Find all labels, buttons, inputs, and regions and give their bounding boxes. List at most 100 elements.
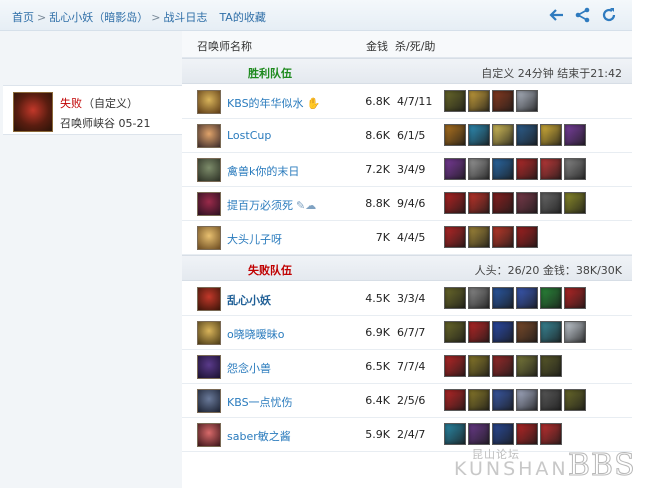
item-icon[interactable] — [468, 389, 490, 411]
breadcrumb-favorites[interactable]: TA的收藏 — [219, 11, 265, 24]
header-summoner: 召唤师名称 — [197, 40, 252, 53]
player-name[interactable]: 提百万必须死 ✎☁ — [227, 197, 316, 213]
item-icon[interactable] — [540, 192, 562, 214]
item-icon[interactable] — [468, 226, 490, 248]
item-icon[interactable] — [516, 158, 538, 180]
player-name[interactable]: 禽兽k你的末日 — [227, 163, 299, 179]
item-icon[interactable] — [468, 158, 490, 180]
item-icon[interactable] — [516, 90, 538, 112]
item-icon[interactable] — [516, 192, 538, 214]
player-row[interactable]: o晓晓暧昧o 6.9K 6/7/7 — [182, 316, 632, 350]
item-icon[interactable] — [468, 124, 490, 146]
breadcrumb-battle-log[interactable]: 战斗日志 — [163, 11, 207, 24]
top-nav-bar: 首页 > 乱心小妖（暗影岛） > 战斗日志 TA的收藏 — [0, 0, 632, 31]
item-icon[interactable] — [516, 389, 538, 411]
item-icon[interactable] — [564, 124, 586, 146]
item-icon[interactable] — [540, 389, 562, 411]
team-header: 胜利队伍 自定义 24分钟 结束于21:42 — [182, 58, 632, 84]
player-row[interactable]: KBS一点忧伤 6.4K 2/5/6 — [182, 384, 632, 418]
breadcrumb-player[interactable]: 乱心小妖（暗影岛） — [49, 11, 148, 24]
forum-watermark: 昆山论坛 KUNSHAN BBS — [448, 446, 648, 484]
item-icon[interactable] — [564, 192, 586, 214]
player-name[interactable]: o晓晓暧昧o — [227, 326, 284, 342]
item-icon[interactable] — [516, 124, 538, 146]
item-icon[interactable] — [444, 90, 466, 112]
item-icon[interactable] — [492, 90, 514, 112]
player-row[interactable]: LostCup 8.6K 6/1/5 — [182, 119, 632, 153]
player-row[interactable]: 提百万必须死 ✎☁ 8.8K 9/4/6 — [182, 187, 632, 221]
item-icon[interactable] — [468, 192, 490, 214]
player-kda: 4/4/5 — [397, 231, 426, 244]
back-arrow-icon[interactable] — [548, 6, 566, 24]
breadcrumb-home[interactable]: 首页 — [12, 11, 34, 24]
item-icon[interactable] — [444, 423, 466, 445]
item-icon[interactable] — [492, 423, 514, 445]
champion-avatar — [197, 192, 221, 216]
player-badge-icon: ✎☁ — [296, 199, 317, 212]
share-icon[interactable] — [574, 6, 592, 24]
item-icon[interactable] — [516, 355, 538, 377]
item-list — [444, 90, 540, 114]
player-kda: 2/5/6 — [397, 394, 426, 407]
item-icon[interactable] — [540, 423, 562, 445]
item-icon[interactable] — [444, 226, 466, 248]
player-name[interactable]: 怨念小兽 — [227, 360, 271, 376]
player-kda: 2/4/7 — [397, 428, 426, 441]
item-icon[interactable] — [564, 287, 586, 309]
item-icon[interactable] — [516, 226, 538, 248]
champion-avatar — [197, 355, 221, 379]
item-icon[interactable] — [540, 321, 562, 343]
item-icon[interactable] — [540, 287, 562, 309]
player-name[interactable]: LostCup — [227, 129, 271, 142]
player-row[interactable]: 乱心小妖 4.5K 3/3/4 — [182, 282, 632, 316]
item-icon[interactable] — [444, 355, 466, 377]
player-row[interactable]: 怨念小兽 6.5K 7/7/4 — [182, 350, 632, 384]
item-icon[interactable] — [564, 158, 586, 180]
item-list — [444, 226, 540, 250]
player-name[interactable]: 乱心小妖 — [227, 292, 271, 308]
player-gold: 8.6K — [365, 129, 390, 142]
item-icon[interactable] — [468, 423, 490, 445]
item-icon[interactable] — [564, 389, 586, 411]
item-icon[interactable] — [564, 321, 586, 343]
item-icon[interactable] — [492, 226, 514, 248]
item-icon[interactable] — [444, 321, 466, 343]
item-icon[interactable] — [492, 355, 514, 377]
item-icon[interactable] — [468, 90, 490, 112]
item-icon[interactable] — [444, 124, 466, 146]
player-gold: 7.2K — [365, 163, 390, 176]
item-icon[interactable] — [468, 321, 490, 343]
player-name[interactable]: KBS一点忧伤 — [227, 394, 293, 410]
player-name[interactable]: KBS的年华似水 ✋ — [227, 95, 320, 111]
item-icon[interactable] — [540, 124, 562, 146]
item-icon[interactable] — [468, 287, 490, 309]
player-row[interactable]: KBS的年华似水 ✋ 6.8K 4/7/11 — [182, 85, 632, 119]
player-name[interactable]: 大头儿子呀 — [227, 231, 282, 247]
item-icon[interactable] — [540, 158, 562, 180]
player-gold: 6.4K — [365, 394, 390, 407]
item-icon[interactable] — [516, 423, 538, 445]
item-icon[interactable] — [516, 321, 538, 343]
item-icon[interactable] — [492, 124, 514, 146]
refresh-icon[interactable] — [600, 6, 618, 24]
item-icon[interactable] — [492, 389, 514, 411]
player-row[interactable]: 禽兽k你的末日 7.2K 3/4/9 — [182, 153, 632, 187]
item-icon[interactable] — [444, 389, 466, 411]
match-summary-card[interactable]: 失败 （自定义） 召唤师峡谷 05-21 — [3, 85, 182, 135]
item-icon[interactable] — [540, 355, 562, 377]
item-icon[interactable] — [468, 355, 490, 377]
item-icon[interactable] — [444, 287, 466, 309]
player-row[interactable]: 大头儿子呀 7K 4/4/5 — [182, 221, 632, 255]
item-icon[interactable] — [444, 158, 466, 180]
item-icon[interactable] — [516, 287, 538, 309]
item-icon[interactable] — [492, 192, 514, 214]
item-icon[interactable] — [492, 158, 514, 180]
item-icon[interactable] — [492, 321, 514, 343]
item-icon[interactable] — [444, 192, 466, 214]
item-icon[interactable] — [492, 287, 514, 309]
champion-avatar — [197, 158, 221, 182]
header-gold: 金钱 — [366, 40, 388, 53]
player-kda: 6/1/5 — [397, 129, 426, 142]
team-title: 失败队伍 — [248, 264, 292, 277]
player-name[interactable]: saber敏之酱 — [227, 428, 291, 444]
